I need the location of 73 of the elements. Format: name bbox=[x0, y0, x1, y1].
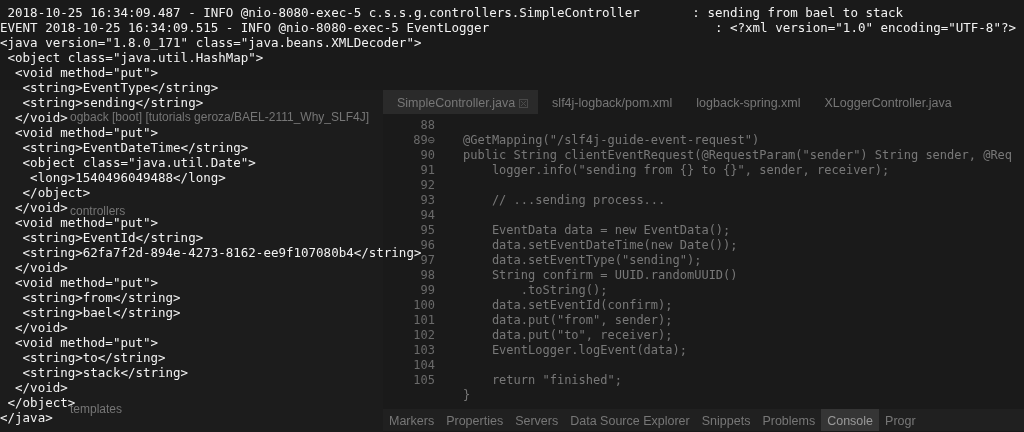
line-number: 100 bbox=[413, 298, 435, 312]
code-line: EventData data = new EventData(); bbox=[490, 223, 731, 238]
line-number: 103 bbox=[413, 343, 435, 357]
code-line: data.setEventDateTime(new Date()); bbox=[490, 238, 738, 253]
line-number: 98 bbox=[420, 268, 435, 282]
code-line: } bbox=[462, 388, 471, 403]
line-number: 105 bbox=[413, 373, 435, 387]
line-number: 93 bbox=[420, 193, 435, 207]
terminal-line: <string>to</string> bbox=[21, 350, 166, 365]
code-line: data.put("to", receiver); bbox=[490, 328, 673, 343]
view-tab[interactable]: Snippets bbox=[695, 409, 757, 431]
terminal-line: <string>EventId</string> bbox=[21, 230, 204, 245]
line-number: 97 bbox=[420, 253, 435, 267]
line-number: 90 bbox=[420, 148, 435, 162]
code-line: String confirm = UUID.randomUUID() bbox=[490, 268, 738, 283]
line-number: 101 bbox=[413, 313, 435, 327]
terminal-line: <object class="java.util.HashMap"> bbox=[6, 50, 264, 65]
terminal-line: 2018-10-25 16:34:09.487 - INFO @nio-8080-exec-5 c.s.s.g.controllers.SimpleController : sending from bael to stack bbox=[6, 5, 904, 20]
view-tab[interactable]: Servers bbox=[509, 409, 565, 431]
code-line: logger.info("sending from {} to {}", sender, receiver); bbox=[490, 163, 890, 178]
editor-tab[interactable]: logback-spring.xml bbox=[682, 90, 811, 114]
code-line: data.setEventType("sending"); bbox=[490, 253, 702, 268]
terminal-line: <void method="put"> bbox=[14, 275, 159, 290]
terminal-line: <void method="put"> bbox=[14, 215, 159, 230]
code-line: .toString(); bbox=[519, 283, 608, 298]
line-number: 88 bbox=[420, 118, 435, 132]
view-tab[interactable]: Problems bbox=[756, 409, 822, 431]
code-line: EventLogger.logEvent(data); bbox=[490, 343, 687, 358]
view-tab[interactable]: Data Source Explorer bbox=[564, 409, 696, 431]
terminal-line: </void> bbox=[14, 110, 68, 125]
view-tab[interactable]: Markers bbox=[383, 409, 441, 431]
terminal-line: <long>1540496049488</long> bbox=[29, 170, 226, 185]
line-number: 99 bbox=[420, 283, 435, 297]
terminal-line: </void> bbox=[14, 380, 68, 395]
code-line: @GetMapping("/slf4j-guide-event-request") bbox=[462, 133, 760, 148]
code-line: return "finished"; bbox=[490, 373, 622, 388]
terminal-line: <string>62fa7f2d-894e-4273-8162-ee9f107080b4</string> bbox=[21, 245, 422, 260]
line-number: 104 bbox=[413, 358, 435, 372]
terminal-line: <void method="put"> bbox=[14, 65, 159, 80]
terminal-line: </object> bbox=[21, 185, 91, 200]
line-number: 95 bbox=[420, 223, 435, 237]
terminal-line: </void> bbox=[14, 200, 68, 215]
terminal-line: <java version="1.8.0_171" class="java.beans.XMLDecoder"> bbox=[0, 35, 422, 50]
code-line: data.put("from", sender); bbox=[490, 313, 673, 328]
terminal-line: EVENT 2018-10-25 16:34:09.515 - INFO @nio-8080-exec-5 EventLogger : <?xml version="1.0" encoding="UTF-8"?> bbox=[0, 20, 1016, 35]
editor-tab[interactable]: slf4j-logback/pom.xml bbox=[538, 90, 683, 114]
line-number: 94 bbox=[420, 208, 435, 222]
terminal-line: <string>from</string> bbox=[21, 290, 181, 305]
editor-tab[interactable]: SimpleController.java bbox=[383, 90, 539, 114]
close-icon[interactable] bbox=[519, 99, 529, 108]
code-line: data.setEventId(confirm); bbox=[490, 298, 673, 313]
terminal-line: </java> bbox=[0, 410, 53, 425]
editor-tab[interactable]: XLoggerController.java bbox=[810, 90, 962, 114]
terminal-line: </void> bbox=[14, 320, 68, 335]
line-number: 102 bbox=[413, 328, 435, 342]
terminal-line: <void method="put"> bbox=[14, 125, 159, 140]
line-number: 92 bbox=[420, 178, 435, 192]
code-line: // ...sending process... bbox=[490, 193, 666, 208]
view-tab[interactable]: Console bbox=[821, 409, 880, 431]
view-tab[interactable]: Progr bbox=[879, 409, 922, 431]
terminal-line: <string>sending</string> bbox=[21, 95, 204, 110]
terminal-line: <string>EventDateTime</string> bbox=[21, 140, 249, 155]
terminal-line: <string>bael</string> bbox=[21, 305, 181, 320]
terminal-line: <string>stack</string> bbox=[21, 365, 189, 380]
terminal-line: <object class="java.util.Date"> bbox=[21, 155, 256, 170]
terminal-line: <void method="put"> bbox=[14, 335, 159, 350]
line-number: 89⊖ bbox=[413, 133, 435, 147]
terminal-line: </void> bbox=[14, 260, 68, 275]
code-line: public String clientEventRequest(@RequestParam("sender") String sender, @Req bbox=[462, 148, 1013, 163]
line-number: 91 bbox=[420, 163, 435, 177]
line-number: 96 bbox=[420, 238, 435, 252]
view-tab[interactable]: Properties bbox=[440, 409, 510, 431]
terminal-line: <string>EventType</string> bbox=[21, 80, 219, 95]
